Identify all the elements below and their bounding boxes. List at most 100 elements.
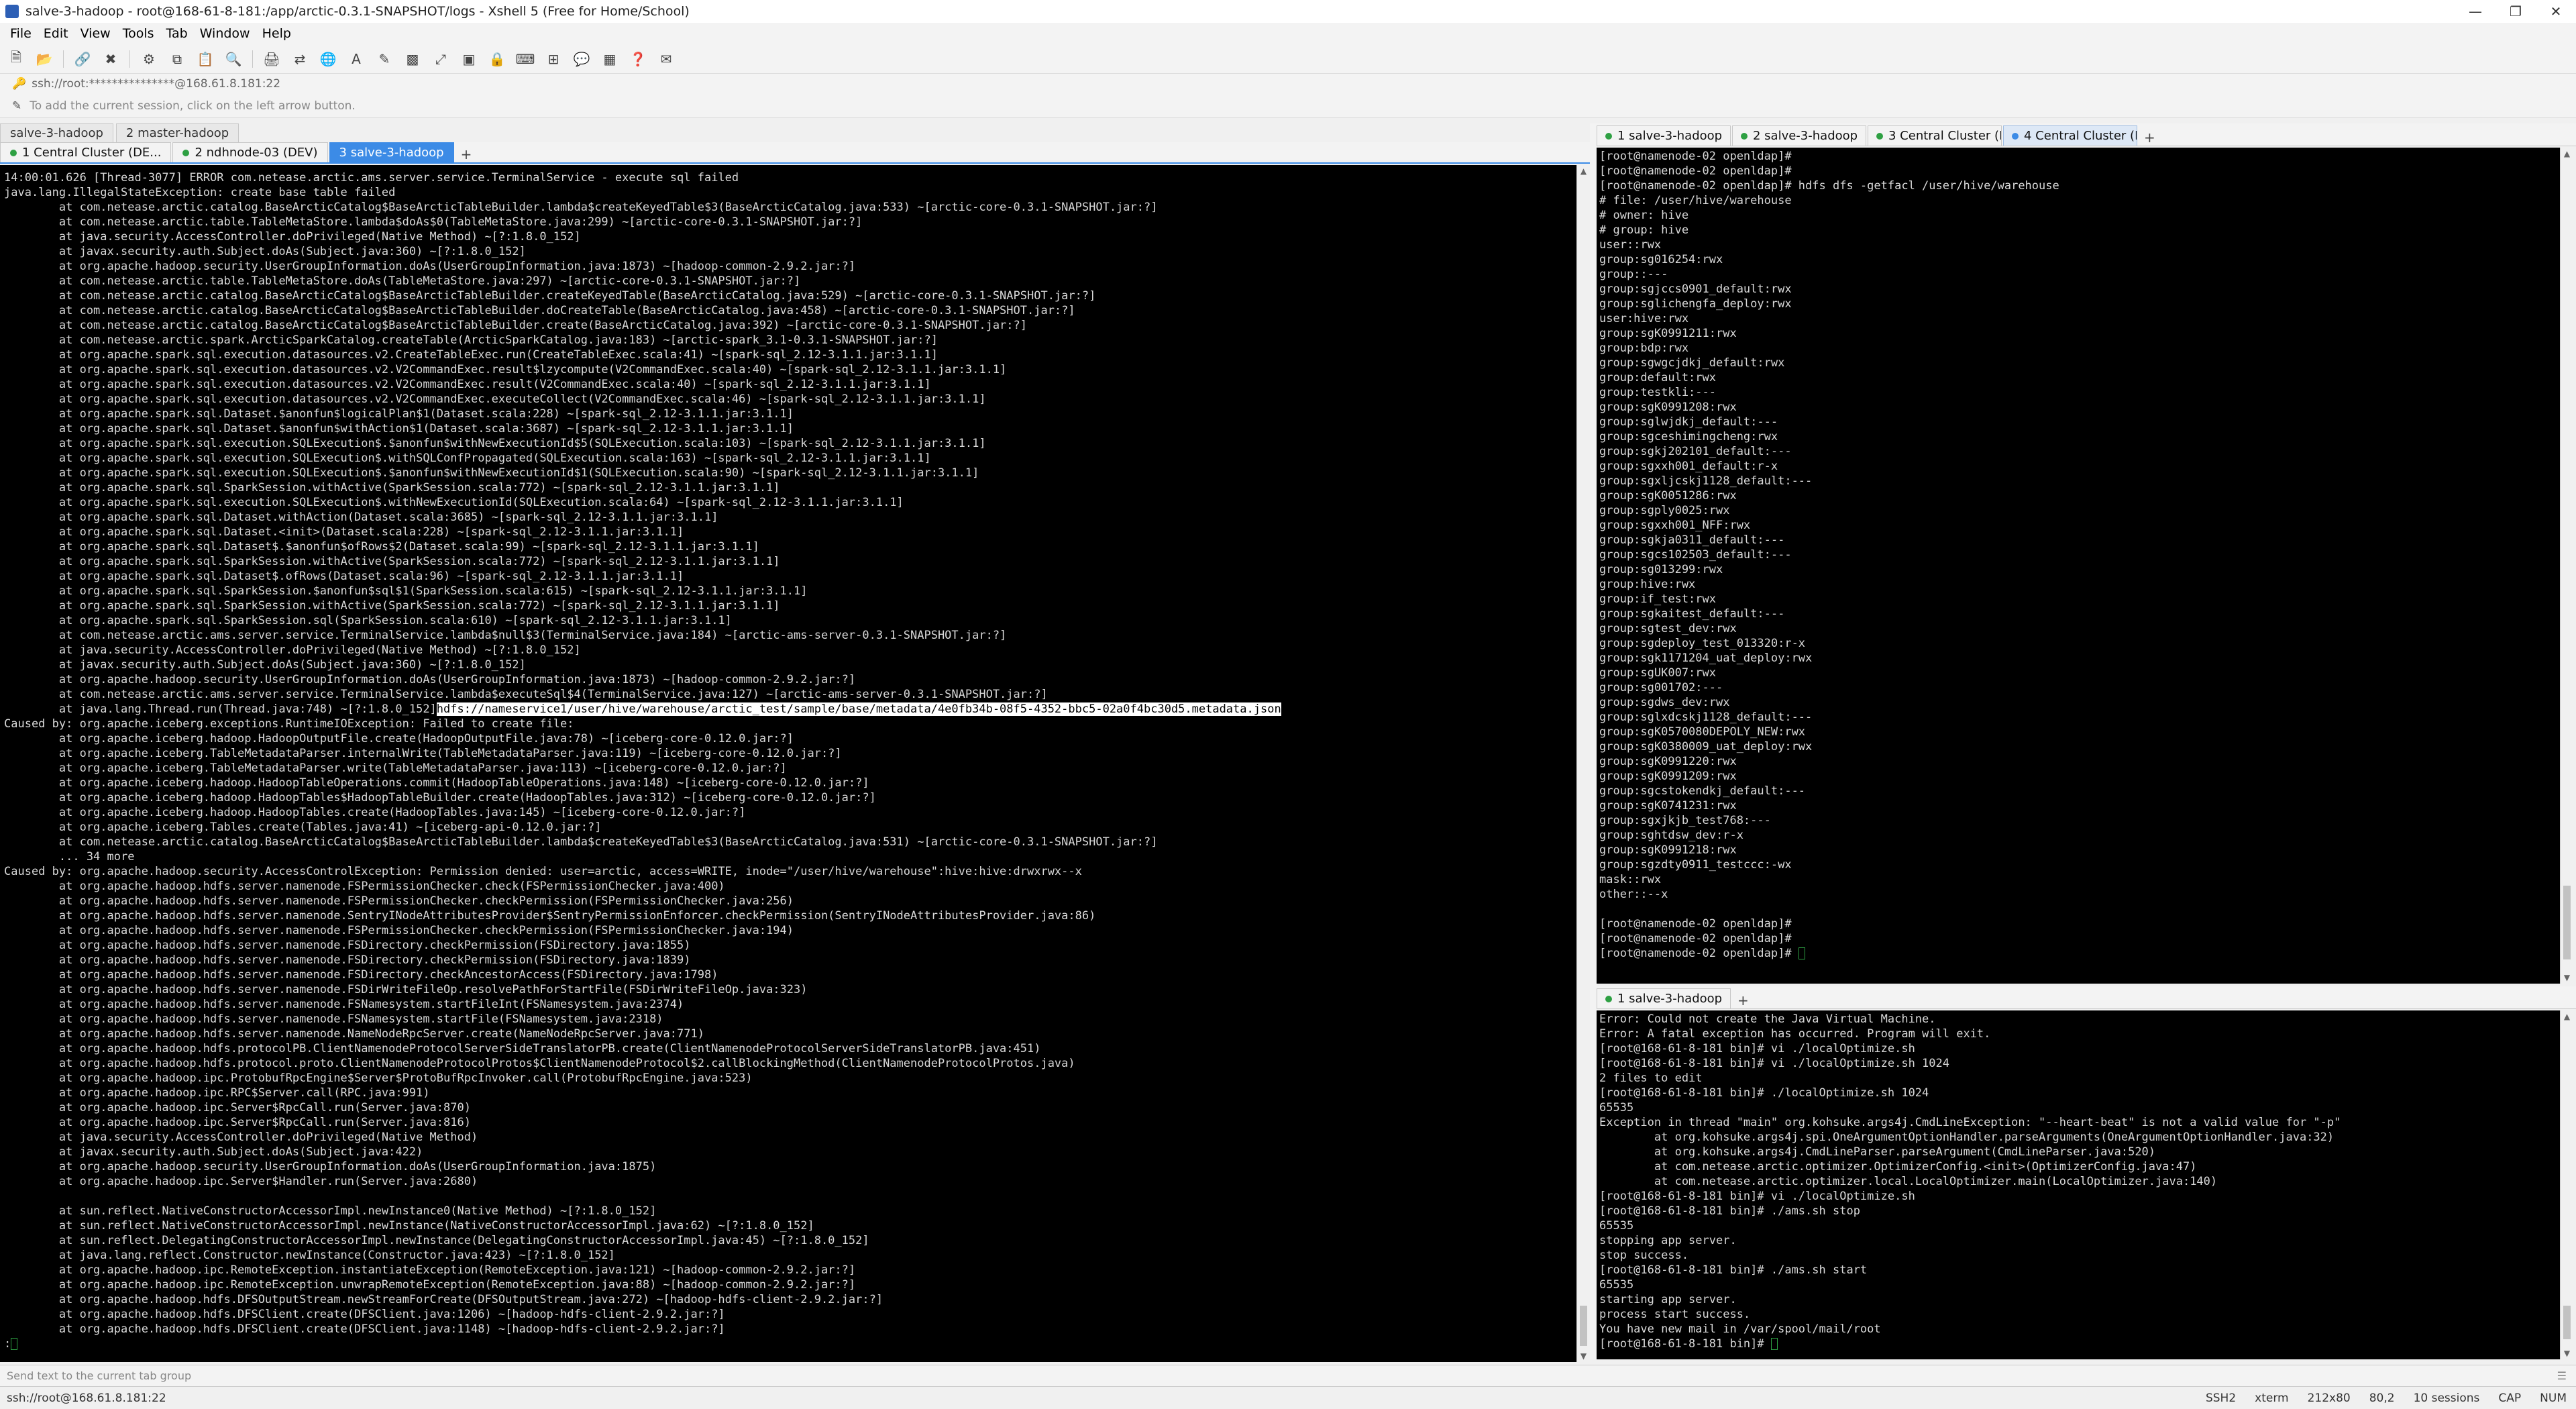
terminal-line-text: at com.netease.arctic.optimizer.Optimize… xyxy=(1599,1160,2197,1173)
terminal-line: other::--x xyxy=(1599,887,2557,902)
terminal-line: group:sgUK007:rwx xyxy=(1599,666,2557,680)
fullscreen-icon[interactable]: ⤢ xyxy=(431,50,450,68)
terminal-line: at org.kohsuke.args4j.CmdLineParser.pars… xyxy=(1599,1145,2557,1159)
lock-icon[interactable]: 🔒 xyxy=(488,50,506,68)
menu-tools[interactable]: Tools xyxy=(117,26,160,41)
terminal-line: at java.lang.reflect.Constructor.newInst… xyxy=(4,1248,1572,1263)
transparent-icon[interactable]: ▣ xyxy=(460,50,478,68)
scroll-thumb[interactable] xyxy=(1580,1306,1587,1346)
menu-help[interactable]: Help xyxy=(256,26,297,41)
scroll-up-icon[interactable]: ▲ xyxy=(2561,1010,2573,1023)
tab-salve-3-hadoop[interactable]: 3 salve-3-hadoop xyxy=(329,142,454,162)
right-top-terminal[interactable]: [root@namenode-02 openldap]# [root@nameno… xyxy=(1597,148,2560,984)
terminal-line-text: other::--x xyxy=(1599,888,1668,901)
terminal-line: at com.netease.arctic.catalog.BaseArctic… xyxy=(4,318,1572,333)
tab-central-cluster[interactable]: 1 Central Cluster (DE... xyxy=(0,142,172,162)
connect-icon[interactable]: 🔗 xyxy=(73,50,92,68)
tab-ndhnode[interactable]: 2 ndhnode-03 (DEV) xyxy=(172,142,328,162)
menu-tab[interactable]: Tab xyxy=(160,26,194,41)
menu-edit[interactable]: Edit xyxy=(38,26,74,41)
split-divider[interactable] xyxy=(1590,123,1597,1359)
terminal-line-text: at org.apache.hadoop.security.UserGroupI… xyxy=(4,673,856,686)
terminal-line-text: at org.apache.hadoop.security.UserGroupI… xyxy=(4,1160,657,1173)
terminal-line: at org.apache.iceberg.hadoop.HadoopTable… xyxy=(4,790,1572,805)
terminal-line-text: at org.apache.spark.sql.execution.SQLExe… xyxy=(4,452,931,465)
add-tab-icon[interactable]: + xyxy=(455,146,478,162)
group-tab-salve[interactable]: salve-3-hadoop xyxy=(0,123,113,142)
menu-view[interactable]: View xyxy=(74,26,117,41)
menu-file[interactable]: File xyxy=(4,26,38,41)
terminal-line-text: at org.apache.spark.sql.execution.SQLExe… xyxy=(4,466,979,480)
menu-lines-icon[interactable]: ☰ xyxy=(2557,1369,2567,1382)
terminal-line: [root@namenode-02 openldap]# hdfs dfs -g… xyxy=(1599,178,2557,193)
scroll-down-icon[interactable]: ▼ xyxy=(1577,1350,1590,1362)
new-session-icon[interactable]: 🗎 xyxy=(7,49,25,68)
menu-window[interactable]: Window xyxy=(194,26,256,41)
tab-right-4[interactable]: 4 Central Cluster (D... xyxy=(2003,125,2137,146)
scroll-down-icon[interactable]: ▼ xyxy=(2561,1347,2573,1359)
font-icon[interactable]: A xyxy=(347,50,366,68)
pencil-icon[interactable]: ✎ xyxy=(12,99,21,113)
disconnect-icon[interactable]: ✖ xyxy=(101,50,120,68)
terminal-line: at org.apache.hadoop.hdfs.server.namenod… xyxy=(4,923,1572,938)
right-top-scrollbar[interactable]: ▲ ▼ xyxy=(2560,148,2573,984)
terminal-line-text: at org.apache.hadoop.hdfs.DFSOutputStrea… xyxy=(4,1293,883,1306)
address-bar[interactable]: 🔑 ssh://root:***************@168.61.8.18… xyxy=(0,74,2576,94)
terminal-line: Error: Could not create the Java Virtual… xyxy=(1599,1012,2557,1027)
group-tab-master[interactable]: 2 master-hadoop xyxy=(115,123,239,142)
scroll-down-icon[interactable]: ▼ xyxy=(2561,972,2573,984)
terminal-line: at org.apache.iceberg.Tables.create(Tabl… xyxy=(4,820,1572,835)
chat-icon[interactable]: 💬 xyxy=(572,50,591,68)
tab-right-bottom-1[interactable]: 1 salve-3-hadoop xyxy=(1597,988,1731,1008)
layout-icon[interactable]: ▦ xyxy=(600,50,619,68)
terminal-line: at org.apache.hadoop.hdfs.server.namenod… xyxy=(4,1027,1572,1041)
terminal-line: # group: hive xyxy=(1599,223,2557,238)
terminal-line: at org.apache.spark.sql.execution.SQLExe… xyxy=(4,495,1572,510)
terminal-line-text: at org.apache.hadoop.security.UserGroupI… xyxy=(4,260,856,273)
address-text: ssh://root:***************@168.61.8.181:… xyxy=(32,77,281,91)
add-tab-icon[interactable]: + xyxy=(2139,129,2161,146)
right-bottom-terminal[interactable]: Error: Could not create the Java Virtual… xyxy=(1597,1010,2560,1359)
find-icon[interactable]: 🔍 xyxy=(224,50,243,68)
tab-right-1[interactable]: 1 salve-3-hadoop xyxy=(1597,125,1731,146)
add-tab-icon[interactable]: + xyxy=(1732,992,1754,1008)
scroll-thumb[interactable] xyxy=(2563,1306,2571,1339)
add-icon[interactable]: ⊞ xyxy=(544,50,563,68)
terminal-line: at org.apache.hadoop.ipc.Server$Handler.… xyxy=(4,1174,1572,1189)
print-icon[interactable]: 🖨 xyxy=(262,50,281,68)
compose-bar[interactable]: Send text to the current tab group ☰ xyxy=(0,1365,2576,1386)
transfer-icon[interactable]: ⇄ xyxy=(290,50,309,68)
tab-right-2[interactable]: 2 salve-3-hadoop xyxy=(1732,125,1866,146)
terminal-line: 14:00:01.626 [Thread-3077] ERROR com.net… xyxy=(4,170,1572,185)
terminal-line: at com.netease.arctic.catalog.BaseArctic… xyxy=(4,289,1572,303)
terminal-line-text: group:sgwgcjdkj_default:rwx xyxy=(1599,356,1785,370)
scroll-thumb[interactable] xyxy=(2563,886,2571,959)
left-terminal-scrollbar[interactable]: ▲ ▼ xyxy=(1576,165,1590,1362)
properties-icon[interactable]: ⚙ xyxy=(140,50,158,68)
terminal-line-text: 14:00:01.626 [Thread-3077] ERROR com.net… xyxy=(4,171,739,185)
right-bottom-scrollbar[interactable]: ▲ ▼ xyxy=(2560,1010,2573,1359)
keyboard-icon[interactable]: ⌨ xyxy=(516,50,535,68)
compose-input[interactable]: Send text to the current tab group xyxy=(7,1369,191,1382)
maximize-icon[interactable]: ❐ xyxy=(2496,0,2536,23)
copy-icon[interactable]: ⧉ xyxy=(168,50,186,68)
scroll-up-icon[interactable]: ▲ xyxy=(2561,148,2573,160)
comment-icon[interactable]: ✉ xyxy=(657,50,676,68)
scroll-up-icon[interactable]: ▲ xyxy=(1577,165,1590,177)
terminal-line-text: at org.apache.hadoop.hdfs.server.namenod… xyxy=(4,924,794,937)
terminal-line-text: at com.netease.arctic.catalog.BaseArctic… xyxy=(4,304,1075,317)
paste-icon[interactable]: 📋 xyxy=(196,50,215,68)
globe-icon[interactable]: 🌐 xyxy=(319,50,337,68)
terminal-line-text: 65535 xyxy=(1599,1219,1634,1233)
open-folder-icon[interactable]: 📂 xyxy=(35,50,54,68)
tab-right-3[interactable]: 3 Central Cluster (D... xyxy=(1868,125,2002,146)
left-terminal[interactable]: 14:00:01.626 [Thread-3077] ERROR com.net… xyxy=(0,165,1576,1362)
script-icon[interactable]: ✎ xyxy=(375,50,394,68)
terminal-line: at org.apache.hadoop.hdfs.DFSClient.crea… xyxy=(4,1307,1572,1322)
close-icon[interactable]: ✕ xyxy=(2536,0,2576,23)
terminal-line-text: at org.apache.spark.sql.Dataset$.ofRows(… xyxy=(4,570,684,583)
tunnel-icon[interactable]: ▩ xyxy=(403,50,422,68)
help-icon[interactable]: ❓ xyxy=(629,50,647,68)
minimize-icon[interactable]: — xyxy=(2455,0,2496,23)
terminal-line-text: at org.apache.spark.sql.SparkSession.wit… xyxy=(4,599,780,613)
